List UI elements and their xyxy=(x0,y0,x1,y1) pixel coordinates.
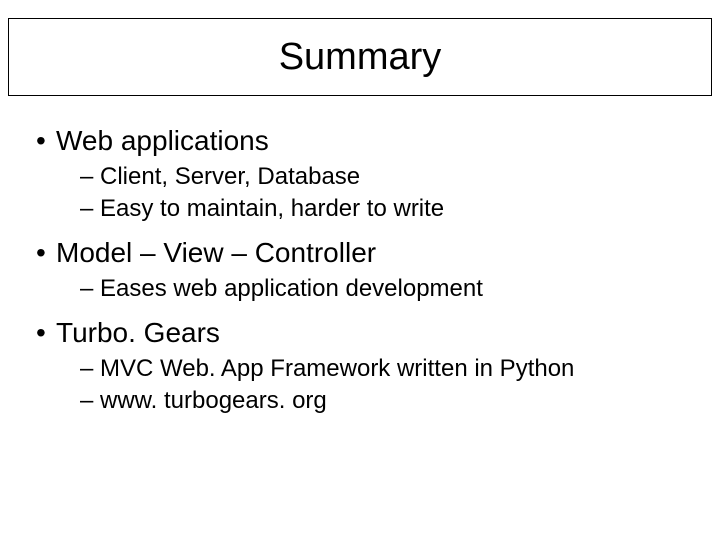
dash-icon: – xyxy=(80,163,100,191)
list-item: • Model – View – Controller xyxy=(32,237,688,269)
sub-bullet-text: Eases web application development xyxy=(100,275,483,303)
list-item: – MVC Web. App Framework written in Pyth… xyxy=(32,355,688,383)
bullet-dot-icon: • xyxy=(32,237,56,269)
bullet-dot-icon: • xyxy=(32,125,56,157)
sub-bullet-text: Easy to maintain, harder to write xyxy=(100,195,444,223)
slide-content: • Web applications – Client, Server, Dat… xyxy=(32,125,688,429)
dash-icon: – xyxy=(80,387,100,415)
list-item: • Turbo. Gears xyxy=(32,317,688,349)
bullet-text: Turbo. Gears xyxy=(56,317,220,349)
bullet-dot-icon: • xyxy=(32,317,56,349)
list-item: – Easy to maintain, harder to write xyxy=(32,195,688,223)
sub-list: – Client, Server, Database – Easy to mai… xyxy=(32,163,688,223)
dash-icon: – xyxy=(80,195,100,223)
sub-bullet-text: www. turbogears. org xyxy=(100,387,327,415)
dash-icon: – xyxy=(80,275,100,303)
slide: Summary • Web applications – Client, Ser… xyxy=(0,0,720,540)
sub-list: – MVC Web. App Framework written in Pyth… xyxy=(32,355,688,415)
bullet-text: Model – View – Controller xyxy=(56,237,376,269)
slide-title: Summary xyxy=(279,36,442,79)
list-item: – www. turbogears. org xyxy=(32,387,688,415)
title-box: Summary xyxy=(8,18,712,96)
sub-list: – Eases web application development xyxy=(32,275,688,303)
sub-bullet-text: Client, Server, Database xyxy=(100,163,360,191)
bullet-text: Web applications xyxy=(56,125,269,157)
list-item: – Client, Server, Database xyxy=(32,163,688,191)
list-item: – Eases web application development xyxy=(32,275,688,303)
dash-icon: – xyxy=(80,355,100,383)
list-item: • Web applications xyxy=(32,125,688,157)
sub-bullet-text: MVC Web. App Framework written in Python xyxy=(100,355,574,383)
